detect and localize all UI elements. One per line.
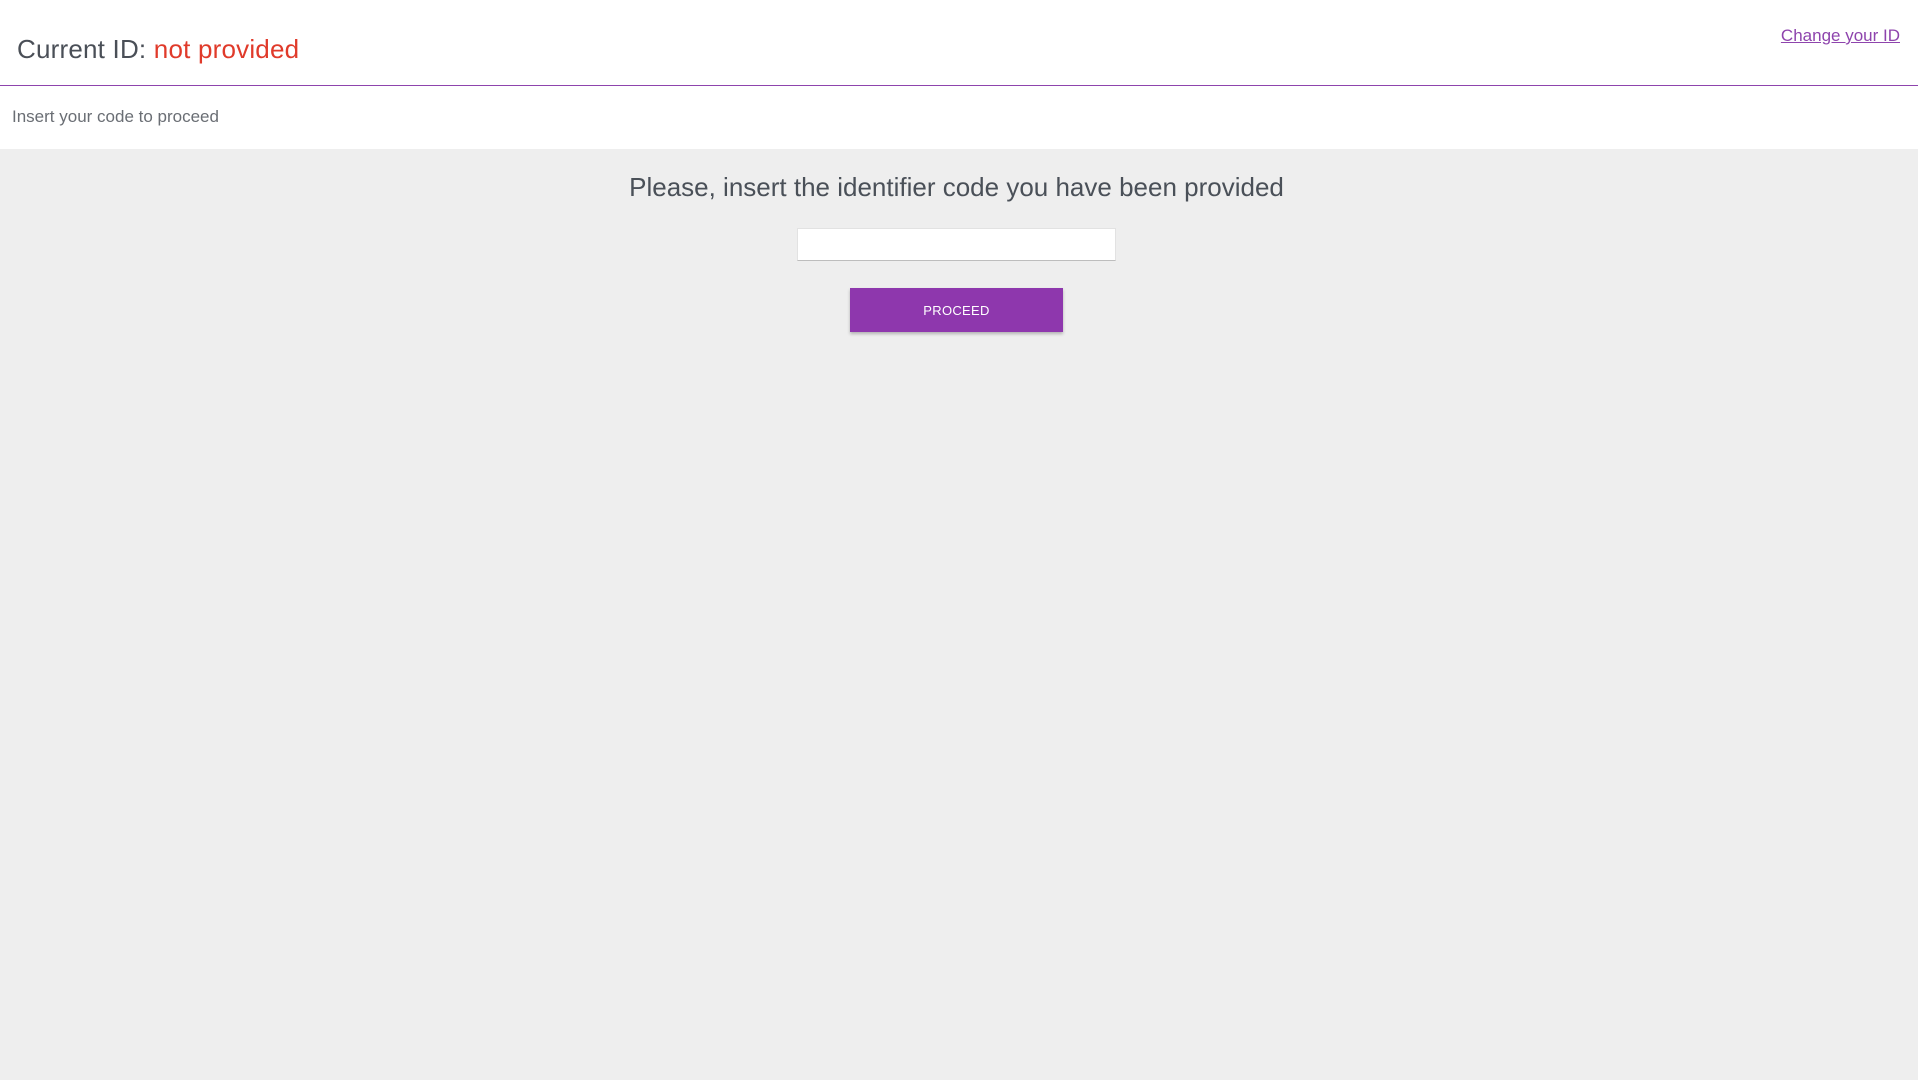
header: Current ID: not provided Change your ID [0, 0, 1918, 86]
current-id-value: not provided [153, 34, 300, 64]
page-title: Please, insert the identifier code you h… [629, 172, 1284, 202]
subheader: Insert your code to proceed [0, 87, 1918, 149]
change-id-link[interactable]: Change your ID [1781, 26, 1900, 46]
identifier-code-input[interactable] [797, 228, 1116, 261]
page: Current ID: not provided Change your ID … [0, 0, 1920, 1080]
current-id-label: Current ID: [17, 34, 154, 64]
proceed-button[interactable]: PROCEED [850, 288, 1063, 332]
subheader-text: Insert your code to proceed [12, 107, 219, 126]
current-id-display: Current ID: not provided [17, 34, 299, 65]
main-content: Please, insert the identifier code you h… [0, 149, 1918, 1080]
